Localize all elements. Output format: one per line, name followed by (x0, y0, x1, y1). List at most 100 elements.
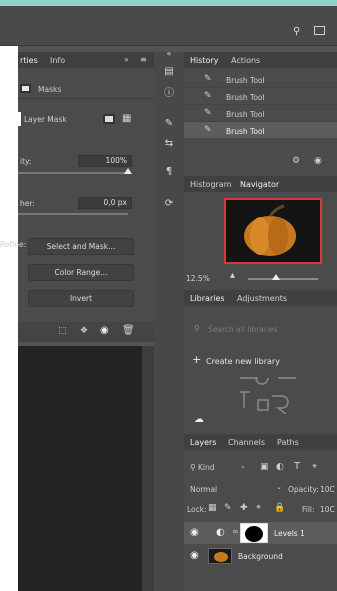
right-dock: History Actions ✎ Brush Tool ✎ Brush Too… (184, 52, 337, 591)
background-thumbnail[interactable] (208, 548, 232, 564)
visibility-icon[interactable]: ◉ (100, 325, 109, 336)
paragraph-icon[interactable]: ¶ (160, 164, 178, 178)
delete-mask-icon[interactable]: 🗑 (122, 325, 135, 336)
options-bar: ⚲ (0, 6, 337, 46)
load-selection-icon[interactable]: ⬚ (58, 326, 67, 336)
create-library-link[interactable]: Create new library (206, 357, 280, 366)
layer-name[interactable]: Levels 1 (274, 529, 305, 538)
feather-label: her: (20, 199, 35, 208)
lock-transparent-icon[interactable]: ▦ (208, 503, 217, 513)
info-circle-icon[interactable]: ⓘ (160, 84, 178, 99)
tab-properties[interactable]: rties (20, 56, 38, 65)
tab-histogram[interactable]: Histogram (190, 180, 232, 189)
tab-libraries[interactable]: Libraries (190, 294, 225, 303)
adjustment-filter-icon[interactable]: ◐ (276, 462, 284, 472)
zoom-slider-thumb[interactable] (272, 274, 280, 280)
history-item[interactable]: ✎ Brush Tool (184, 105, 337, 122)
density-label: ity: (20, 157, 32, 166)
layer-row-background[interactable]: ◉ Background (184, 545, 337, 567)
history-tab-bar: History Actions (184, 52, 337, 68)
layer-name[interactable]: Background (238, 552, 283, 561)
opacity-label: Opacity: (288, 485, 319, 494)
history-item-selected[interactable]: ✎ Brush Tool (184, 122, 337, 139)
color-range-button[interactable]: Color Range... (28, 264, 134, 281)
lock-position-icon[interactable]: ✚ (240, 503, 248, 513)
plus-icon[interactable]: + (192, 353, 201, 366)
history-item[interactable]: ✎ Brush Tool (184, 88, 337, 105)
add-vector-mask-icon[interactable]: ▦ (122, 113, 131, 124)
library-search-input[interactable]: Search all libraries (208, 325, 278, 334)
new-snapshot-icon[interactable]: ⚙ (292, 156, 300, 166)
zoom-value[interactable]: 12.5% (186, 274, 210, 283)
history-item[interactable]: ✎ Brush Tool (184, 71, 337, 88)
properties-divider (18, 98, 154, 99)
menu-icon[interactable]: ≡ (140, 55, 147, 64)
pumpkin-thumb (214, 552, 228, 562)
tab-channels[interactable]: Channels (228, 438, 265, 447)
tab-info[interactable]: Info (50, 56, 65, 65)
zoom-slider[interactable] (248, 278, 318, 280)
density-field[interactable]: 100% (78, 155, 132, 167)
chevron-down-icon[interactable]: ⌄ (240, 462, 246, 470)
feather-slider[interactable] (18, 213, 128, 215)
density-slider-thumb[interactable] (124, 168, 132, 174)
apply-mask-icon[interactable]: ❖ (80, 326, 88, 336)
search-icon: ⚲ (194, 324, 200, 333)
lock-row: Lock: ▦ ✎ ✚ ⌖ 🔒 Fill: 10C (184, 500, 337, 520)
history-item-label: Brush Tool (226, 76, 265, 85)
fill-field[interactable]: 10C (320, 505, 335, 514)
blend-row: Normal ⌄ Opacity: 10C (184, 480, 337, 500)
zoom-out-icon[interactable]: ▴ (230, 270, 235, 281)
brush-icon: ✎ (204, 125, 212, 135)
lock-pixels-icon[interactable]: ✎ (224, 503, 232, 513)
layers-tab-bar: Layers Channels Paths (184, 434, 337, 450)
properties-panel: rties Info » ≡ Masks Layer Mask ▦ ity: 1… (0, 52, 154, 342)
search-icon[interactable]: ⚲ (293, 26, 300, 37)
brush-settings-icon[interactable]: ✎ (160, 116, 178, 130)
invert-button[interactable]: Invert (28, 290, 134, 307)
shape-filter-icon[interactable]: ⌖ (312, 462, 317, 472)
mask-icon (20, 84, 31, 93)
feather-field[interactable]: 0,0 px (78, 197, 132, 209)
tab-actions[interactable]: Actions (231, 56, 260, 65)
lock-all-icon[interactable]: 🔒 (274, 503, 285, 513)
filter-kind-select[interactable]: Kind (198, 463, 215, 472)
camera-icon[interactable]: ◉ (314, 156, 322, 166)
opacity-field[interactable]: 10C (320, 485, 335, 494)
fill-label: Fill: (302, 505, 315, 514)
add-pixel-mask-icon[interactable] (103, 114, 115, 124)
lock-artboard-icon[interactable]: ⌖ (256, 503, 261, 513)
tab-paths[interactable]: Paths (277, 438, 299, 447)
navigator-thumbnail[interactable] (224, 198, 322, 264)
adjust-sliders-icon[interactable]: ⇆ (160, 136, 178, 150)
density-slider[interactable] (18, 172, 128, 174)
collapse-icon[interactable]: » (124, 55, 129, 64)
tab-layers[interactable]: Layers (190, 438, 216, 447)
visibility-eye-icon[interactable]: ◉ (190, 550, 199, 561)
workspace-icon[interactable] (314, 26, 325, 35)
canvas-scrollbar[interactable] (142, 346, 154, 591)
layer-mask-thumbnail[interactable] (240, 523, 268, 543)
refine-label: Refine: (0, 240, 27, 249)
clone-source-icon[interactable]: ⟳ (160, 196, 178, 210)
blend-mode-select[interactable]: Normal (190, 485, 217, 494)
brush-icon: ✎ (204, 108, 212, 118)
document-canvas[interactable] (18, 346, 142, 591)
cloud-icon[interactable]: ☁ (194, 414, 204, 425)
pixel-filter-icon[interactable]: ▣ (260, 462, 269, 472)
tab-adjustments[interactable]: Adjustments (237, 294, 287, 303)
tab-navigator[interactable]: Navigator (240, 180, 279, 189)
visibility-eye-icon[interactable]: ◉ (190, 527, 199, 538)
collapse-arrows-icon[interactable]: « (160, 46, 178, 60)
history-item-label: Brush Tool (226, 127, 265, 136)
type-filter-icon[interactable]: T (294, 461, 300, 472)
select-and-mask-button[interactable]: Select and Mask... (28, 238, 134, 255)
libraries-tab-bar: Libraries Adjustments (184, 290, 337, 306)
chevron-down-icon[interactable]: ⌄ (276, 483, 282, 491)
link-icon[interactable]: ∞ (232, 527, 239, 536)
mask-shape (245, 526, 263, 542)
history-icon[interactable]: ▤ (160, 64, 178, 78)
pumpkin-image (226, 200, 320, 262)
tab-history[interactable]: History (190, 56, 218, 65)
layer-row-levels[interactable]: ◉ ◐ ∞ Levels 1 (184, 522, 337, 544)
